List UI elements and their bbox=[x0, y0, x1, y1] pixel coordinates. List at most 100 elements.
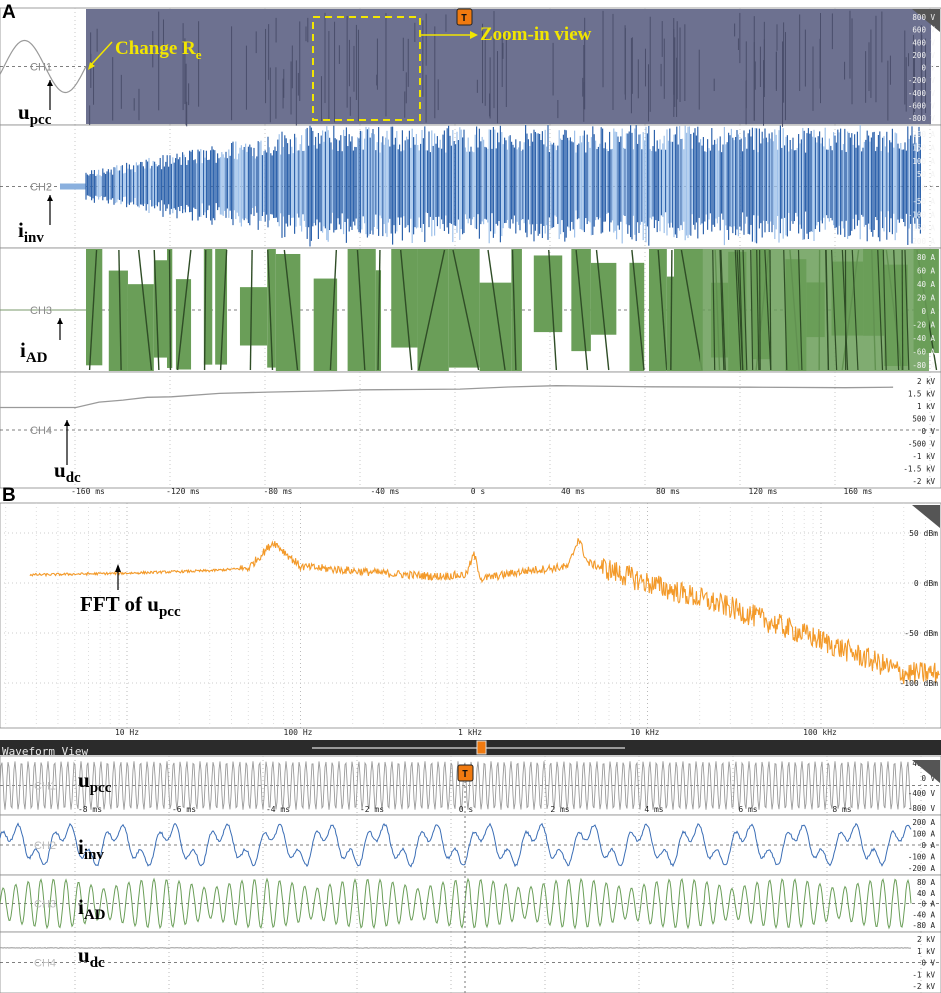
zoom-tick: 80 A bbox=[917, 878, 936, 887]
ch2-tick: 100 A bbox=[912, 157, 935, 166]
ch-badge-1: CH1 bbox=[30, 62, 52, 74]
zoom-tick: 1 kV bbox=[917, 947, 936, 956]
ch2-tick: -150 A bbox=[908, 224, 936, 233]
ch4-tick: 2 kV bbox=[917, 377, 936, 386]
zoom-tick: 0 A bbox=[921, 841, 935, 850]
ch-badge-4: CH4 bbox=[30, 425, 52, 437]
time-tick: -160 ms bbox=[71, 487, 105, 496]
ch3-block bbox=[391, 249, 418, 348]
ch1-tick: -200 V bbox=[908, 76, 936, 85]
zoom-trigger-text: T bbox=[462, 769, 468, 780]
zoom-upcc-label: upcc bbox=[78, 768, 112, 797]
ch3-tick: -20 A bbox=[912, 321, 935, 330]
change-re-annotation: Change Re bbox=[115, 38, 202, 62]
panel-a-label: A bbox=[2, 2, 16, 23]
ch3-tick: 0 A bbox=[921, 307, 935, 316]
zoom-tick: 0 A bbox=[921, 900, 935, 909]
scrollbar-thumb bbox=[476, 740, 487, 755]
ch1-tick: 400 V bbox=[912, 38, 935, 47]
ch4-tick: 0 V bbox=[921, 427, 935, 436]
oscilloscope-figure: T 800 V 600 V 400 V 200 V 0 V -200 V -400 V -600… bbox=[0, 7, 941, 993]
ch1-tick: 800 V bbox=[912, 13, 935, 22]
ch4-tick: -1.5 kV bbox=[903, 465, 935, 474]
upcc-label: upcc bbox=[18, 100, 52, 129]
ch1-tick: -800 V bbox=[908, 114, 936, 123]
ch3-tick: 20 A bbox=[917, 294, 936, 303]
ch3-block bbox=[275, 253, 301, 371]
ch1-tick: 600 V bbox=[912, 26, 935, 35]
ch2-pre-trace bbox=[60, 183, 86, 190]
zoom-time-tick: 0 s bbox=[459, 805, 474, 814]
iad-label: iAD bbox=[20, 338, 48, 367]
zoom-udc-label: udc bbox=[78, 943, 105, 972]
zoom-time-tick: -2 ms bbox=[360, 805, 384, 814]
fft-label: FFT of upcc bbox=[80, 592, 181, 621]
overview-panel: T 800 V 600 V 400 V 200 V 0 V -200 V -400 V -600… bbox=[0, 7, 941, 496]
ch3-block bbox=[648, 249, 667, 371]
iinv-label: iinv bbox=[18, 218, 44, 247]
zoom-tick: 0 V bbox=[921, 959, 935, 968]
time-tick: -40 ms bbox=[371, 487, 400, 496]
ch1-tick: 0 V bbox=[921, 64, 935, 73]
ch-badge-2: CH2 bbox=[30, 182, 52, 194]
time-tick: 40 ms bbox=[561, 487, 585, 496]
ch2-tick: 200 A bbox=[912, 130, 935, 139]
time-tick: 80 ms bbox=[656, 487, 680, 496]
zoom-time-tick: -8 ms bbox=[78, 805, 102, 814]
zoom-tick: -80 A bbox=[912, 921, 935, 930]
fft-db-tick: 50 dBm bbox=[909, 529, 938, 538]
ch3-block bbox=[479, 282, 512, 371]
fft-db-tick: 0 dBm bbox=[914, 579, 938, 588]
zoom-waveform-panel: CH1400 V0 V-400 V-800 VCH2200 A100 A0 A-… bbox=[0, 740, 941, 993]
time-tick: 120 ms bbox=[749, 487, 778, 496]
ch4-tick: 1 kV bbox=[917, 402, 936, 411]
ch3-edge bbox=[769, 249, 772, 371]
ch2-tick: -50 A bbox=[912, 197, 935, 206]
ch3-tick: -60 A bbox=[912, 348, 935, 357]
zoom-time-tick: -6 ms bbox=[172, 805, 196, 814]
zoom-ch-badge: CH4 bbox=[34, 958, 56, 970]
zoom-time-tick: 4 ms bbox=[644, 805, 663, 814]
fft-freq-tick: 1 kHz bbox=[458, 728, 482, 737]
fft-freq-tick: 100 Hz bbox=[284, 728, 313, 737]
ch2-tick: -100 A bbox=[908, 210, 936, 219]
zoom-tick: -40 A bbox=[912, 910, 935, 919]
zoom-tick: -800 V bbox=[908, 804, 936, 813]
zoom-time-tick: 2 ms bbox=[550, 805, 569, 814]
zoom-tick: 100 A bbox=[912, 830, 935, 839]
ch4-tick: 1.5 kV bbox=[908, 390, 936, 399]
fft-freq-tick: 10 Hz bbox=[115, 728, 139, 737]
zoom-iinv-label: iinv bbox=[78, 835, 104, 864]
panel-b-label: B bbox=[2, 485, 16, 506]
ch3-block bbox=[533, 255, 563, 333]
fft-db-tick: -100 dBm bbox=[899, 679, 938, 688]
ch3-tick: 80 A bbox=[917, 253, 936, 262]
ch3-block bbox=[239, 287, 268, 346]
zoom-time-tick: 8 ms bbox=[832, 805, 851, 814]
zoom-iad-label: iAD bbox=[78, 895, 106, 924]
ch1-tick: -600 V bbox=[908, 101, 936, 110]
zoom-tick: 40 A bbox=[917, 889, 936, 898]
zoom-tick: -200 A bbox=[908, 864, 936, 873]
fft-freq-tick: 10 kHz bbox=[631, 728, 660, 737]
ch2-tick: 150 A bbox=[912, 143, 935, 152]
ch-badge-3: CH3 bbox=[30, 305, 52, 317]
zoom-tick: -2 kV bbox=[912, 982, 935, 991]
zoom-time-tick: -4 ms bbox=[266, 805, 290, 814]
zoom-tick: 2 kV bbox=[917, 935, 936, 944]
ch2-tick: 50 A bbox=[917, 170, 936, 179]
fft-freq-tick: 100 kHz bbox=[803, 728, 837, 737]
zoom-in-annotation: Zoom-in view bbox=[480, 24, 592, 45]
ch3-edge bbox=[759, 249, 761, 371]
ch2-tick: -200 A bbox=[908, 237, 936, 246]
ch3-tick: 40 A bbox=[917, 280, 936, 289]
fft-db-tick: -50 dBm bbox=[904, 629, 938, 638]
ch4-tick: -1 kV bbox=[912, 452, 935, 461]
ch3-tick: 60 A bbox=[917, 267, 936, 276]
ch2-tick: 0 A bbox=[921, 184, 935, 193]
zoom-tick: -1 kV bbox=[912, 970, 935, 979]
zoom-ch-badge: CH1 bbox=[34, 781, 56, 793]
zoom-tick: -400 V bbox=[908, 789, 936, 798]
zoom-trace-4 bbox=[0, 947, 911, 949]
ch4-tick: 500 V bbox=[912, 415, 935, 424]
